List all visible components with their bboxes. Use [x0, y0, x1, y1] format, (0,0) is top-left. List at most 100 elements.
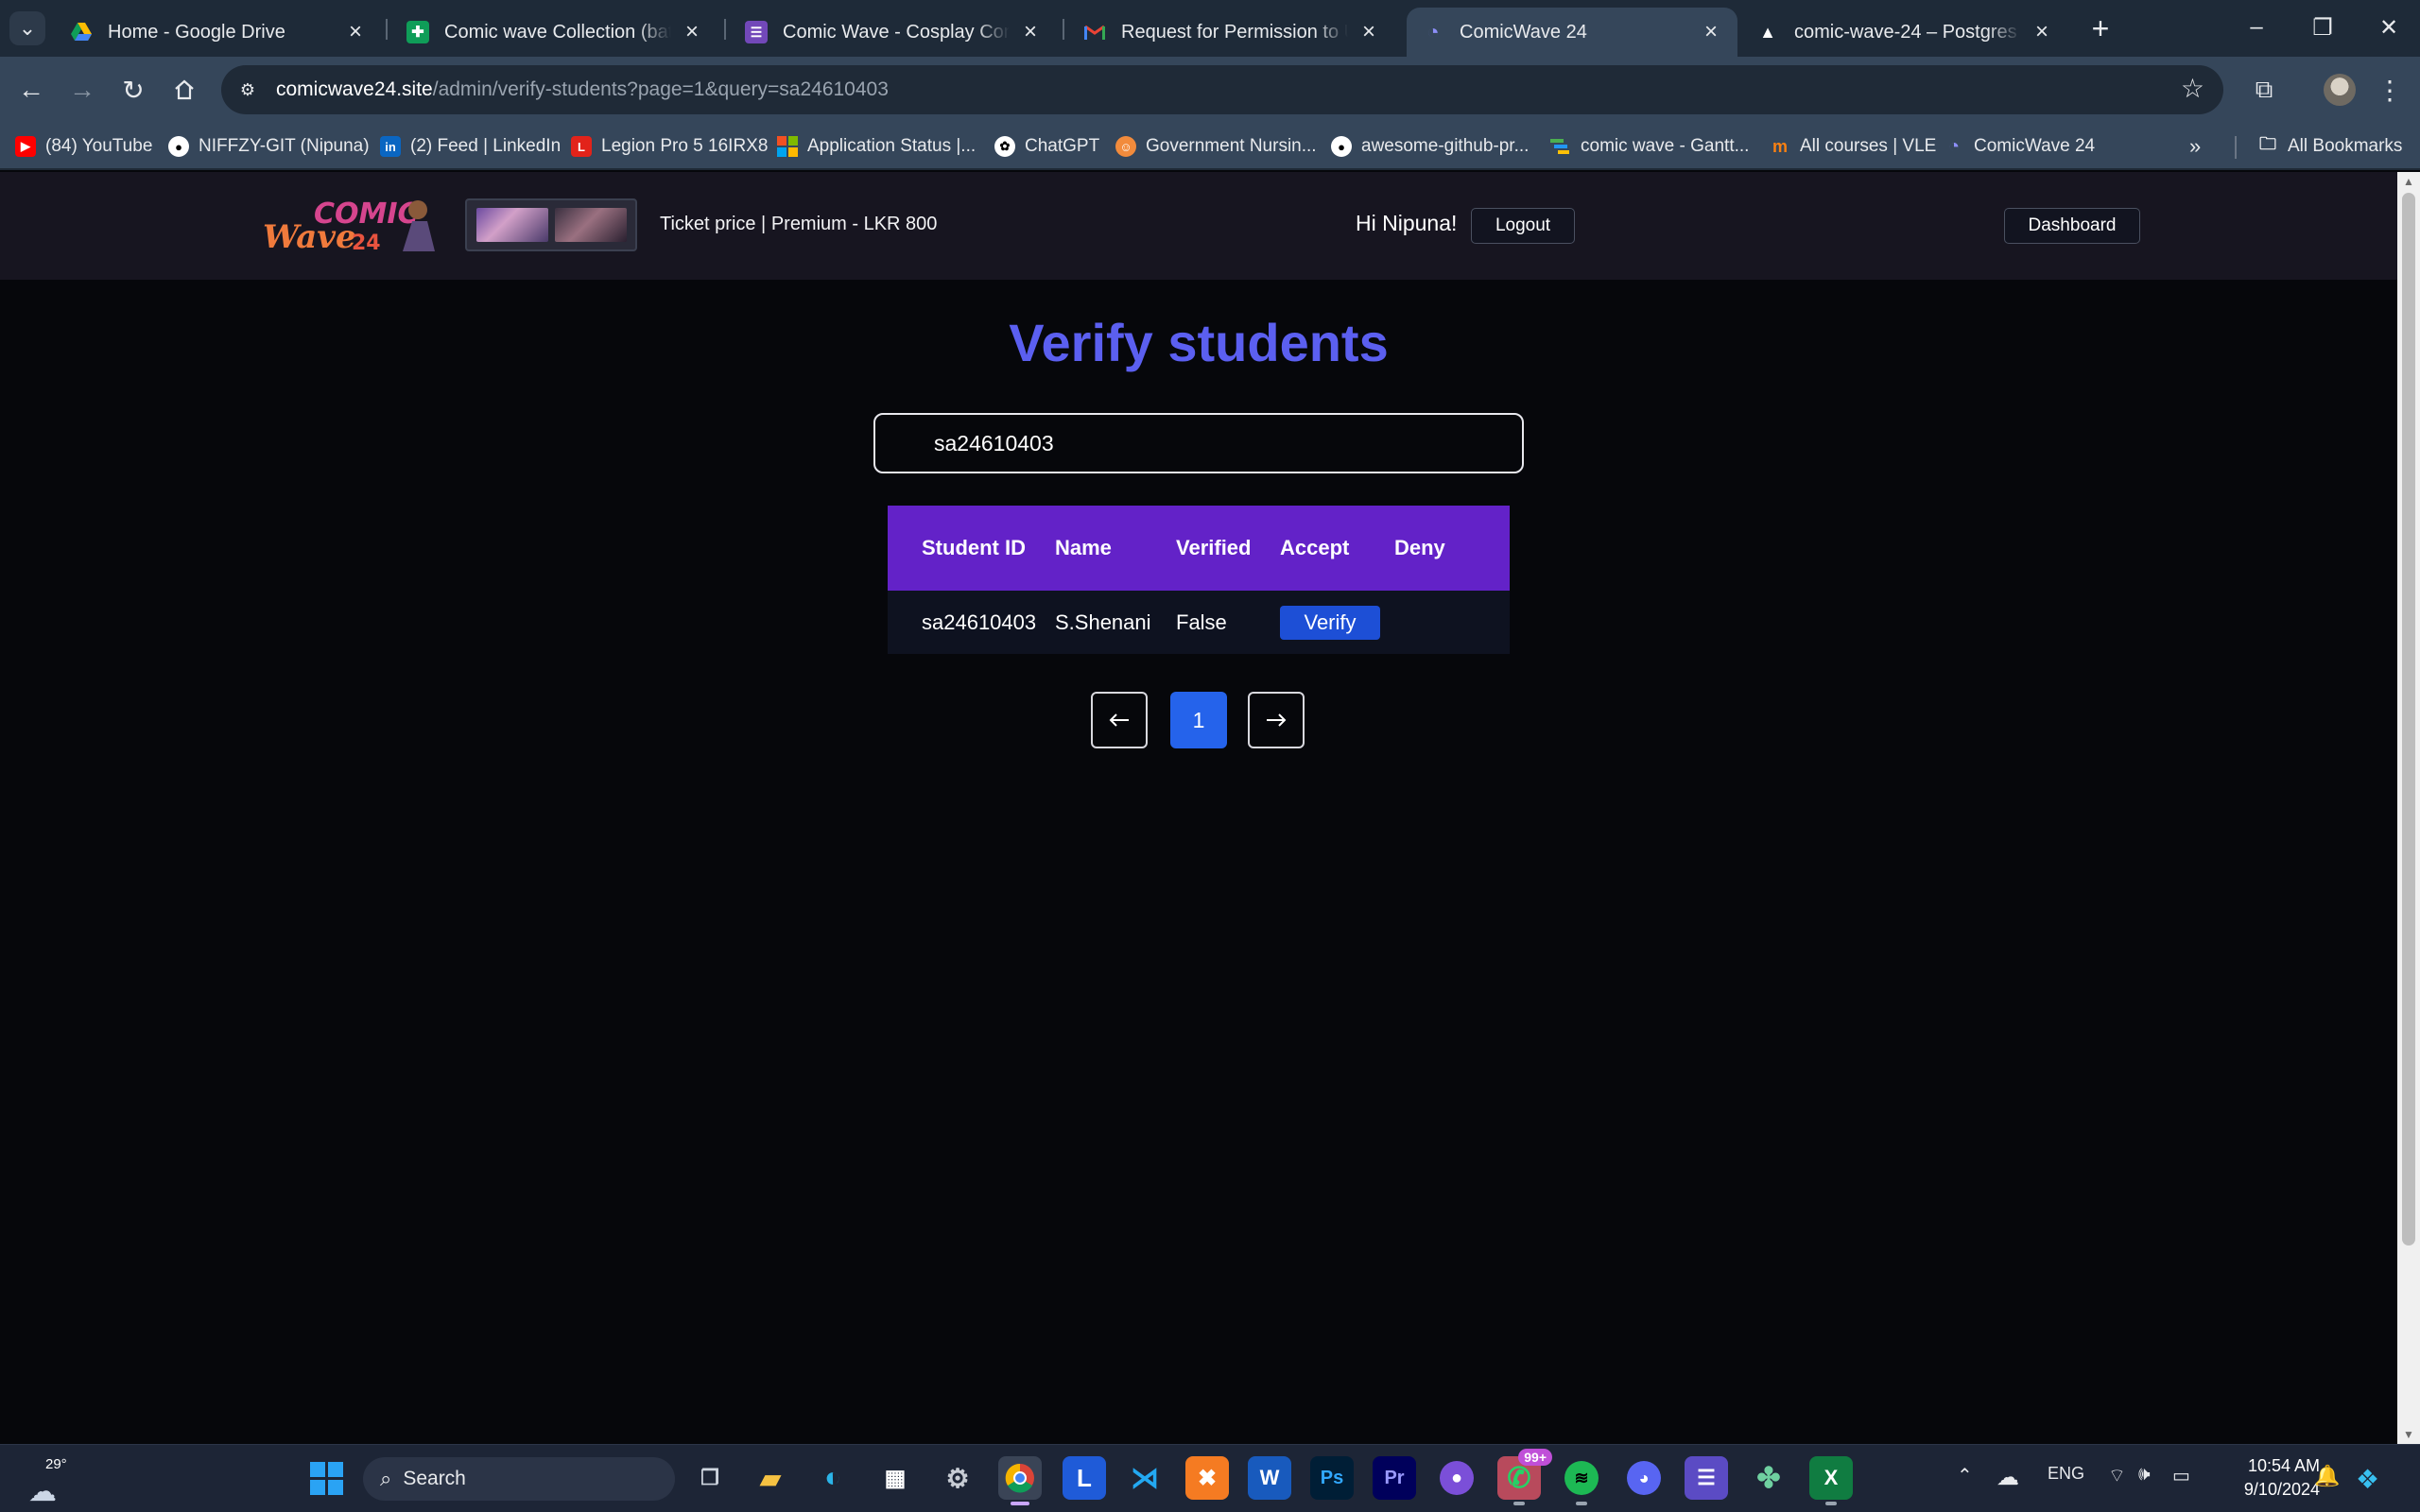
github-desktop-button[interactable]: ●: [1435, 1456, 1478, 1500]
taskbar-search-label: Search: [403, 1468, 466, 1489]
bookmark-application-status[interactable]: Application Status |...: [777, 130, 976, 163]
lenovo-app-button[interactable]: L: [1063, 1456, 1106, 1500]
cloud-icon: ☁: [28, 1476, 57, 1507]
vscode-button[interactable]: ⋊: [1123, 1456, 1167, 1500]
photoshop-button[interactable]: Ps: [1310, 1456, 1354, 1500]
bookmark-awesome-github[interactable]: ● awesome-github-pr...: [1331, 130, 1529, 163]
more-bookmarks-button[interactable]: »: [2189, 130, 2201, 163]
next-page-button[interactable]: [1248, 692, 1305, 748]
close-icon[interactable]: ×: [344, 19, 367, 45]
system-clock[interactable]: 10:54 AM 9/10/2024: [2216, 1454, 2320, 1502]
page-scrollbar[interactable]: ▲ ▼: [2397, 172, 2420, 1444]
svg-text:Wave: Wave: [263, 218, 356, 255]
new-tab-button[interactable]: +: [2083, 11, 2118, 45]
notifications-icon[interactable]: 🔔: [2314, 1464, 2340, 1488]
home-button[interactable]: [164, 70, 204, 110]
tab-comic-wave-collection[interactable]: ✚ Comic wave Collection (batchmates) ×: [391, 8, 718, 57]
site-info-button[interactable]: ⚙: [231, 73, 265, 107]
chrome-menu-button[interactable]: ⋮: [2373, 70, 2407, 110]
close-icon[interactable]: ×: [681, 19, 703, 45]
premiere-button[interactable]: Pr: [1373, 1456, 1416, 1500]
all-bookmarks-button[interactable]: 🗀 All Bookmarks: [2257, 130, 2402, 163]
bookmarks-bar: ▶ (84) YouTube ● NIFFZY-GIT (Nipuna) in (2)…: [0, 123, 2420, 170]
minimize-button[interactable]: –: [2223, 0, 2290, 55]
notes-app-button[interactable]: ☰: [1685, 1456, 1728, 1500]
tab-search-button[interactable]: ⌄: [9, 11, 45, 45]
close-icon[interactable]: ×: [1019, 19, 1042, 45]
language-indicator[interactable]: ENG: [2048, 1464, 2084, 1484]
folder-icon: ▰: [760, 1463, 781, 1493]
close-icon[interactable]: ×: [1700, 19, 1722, 45]
forward-button[interactable]: →: [62, 70, 102, 110]
site-header: COMIC Wave 24 Ticket price | Premium - L…: [0, 172, 2397, 280]
scroll-down-icon[interactable]: ▼: [2397, 1425, 2420, 1444]
start-button[interactable]: [304, 1456, 348, 1500]
wifi-icon[interactable]: ⌔: [2108, 1464, 2126, 1487]
comicwave-logo[interactable]: COMIC Wave 24: [261, 195, 437, 256]
comicwave-icon: ◔: [1947, 135, 1961, 157]
tab-title: ComicWave 24: [1460, 21, 1587, 43]
excel-button[interactable]: X: [1809, 1456, 1853, 1505]
bookmark-government-nursing[interactable]: ☺ Government Nursin...: [1115, 130, 1317, 163]
settings-button[interactable]: ⚙: [936, 1456, 979, 1500]
tab-comicwave-24[interactable]: ◔ ComicWave 24 ×: [1407, 8, 1737, 57]
tab-gmail-request[interactable]: Request for Permission to Use Facilities…: [1068, 8, 1395, 57]
word-button[interactable]: W: [1248, 1456, 1291, 1500]
weather-widget[interactable]: 29° ☁: [25, 1454, 70, 1507]
discord-button[interactable]: ◕: [1622, 1456, 1666, 1500]
bookmark-youtube[interactable]: ▶ (84) YouTube: [15, 130, 152, 163]
xampp-icon: ✖: [1197, 1465, 1218, 1491]
bookmark-comicwave[interactable]: ◔ ComicWave 24: [1944, 130, 2095, 163]
tab-google-drive[interactable]: Home - Google Drive ×: [55, 8, 382, 57]
url-text[interactable]: comicwave24.site/admin/verify-students?p…: [276, 78, 889, 101]
bookmark-comic-wave-gantt[interactable]: comic wave - Gantt...: [1550, 130, 1749, 163]
file-explorer-button[interactable]: ▰: [749, 1456, 792, 1500]
tab-vercel-postgres[interactable]: ▲ comic-wave-24 – Postgres – Vercel ×: [1741, 8, 2068, 57]
previous-page-button[interactable]: [1091, 692, 1148, 748]
tray-overflow-button[interactable]: ⌃: [1957, 1464, 1973, 1487]
battery-icon[interactable]: ▭: [2172, 1464, 2190, 1487]
linkedin-icon: in: [380, 136, 401, 157]
bookmark-vle[interactable]: m All courses | VLE: [1770, 130, 1936, 163]
browser-toolbar: ← → ↻ ⚙ comicwave24.site/admin/verify-st…: [0, 57, 2420, 123]
volume-icon[interactable]: 🕪: [2138, 1464, 2151, 1486]
task-view-button[interactable]: ❐: [688, 1456, 732, 1500]
arrow-right-icon: →: [69, 75, 95, 104]
back-button[interactable]: ←: [11, 70, 51, 110]
spotify-button[interactable]: ≋: [1560, 1456, 1603, 1505]
onedrive-button[interactable]: ☁: [1996, 1464, 2019, 1491]
scroll-thumb[interactable]: [2402, 193, 2415, 1246]
close-window-button[interactable]: ✕: [2356, 0, 2420, 55]
running-indicator: [1513, 1502, 1525, 1505]
restore-button[interactable]: ❐: [2290, 0, 2356, 55]
bookmark-lenovo[interactable]: L Legion Pro 5 16IRX8: [571, 130, 768, 163]
scroll-up-icon[interactable]: ▲: [2397, 172, 2420, 191]
bookmark-github-niffzy[interactable]: ● NIFFZY-GIT (Nipuna): [168, 130, 370, 163]
verified-cell: False: [1176, 610, 1227, 634]
chrome-button[interactable]: [998, 1456, 1042, 1505]
bookmark-star-icon[interactable]: ☆: [2181, 73, 2204, 104]
chevron-down-icon: ⌄: [18, 16, 37, 40]
store-button[interactable]: ▦: [873, 1456, 917, 1500]
dashboard-button[interactable]: Dashboard: [2004, 208, 2140, 244]
edge-button[interactable]: ◐: [811, 1456, 855, 1500]
copilot-icon[interactable]: ❖: [2356, 1464, 2379, 1495]
tab-cosplay-competition[interactable]: ☰ Comic Wave - Cosplay Competition ×: [730, 8, 1057, 57]
bookmark-chatgpt[interactable]: ✿ ChatGPT: [994, 130, 1099, 163]
address-bar[interactable]: ⚙ comicwave24.site/admin/verify-students…: [221, 65, 2223, 114]
close-icon[interactable]: ×: [2031, 19, 2053, 45]
moodle-icon: m: [1772, 136, 1788, 156]
close-icon[interactable]: ×: [1357, 19, 1380, 45]
taskbar-search[interactable]: ⌕ Search: [363, 1457, 675, 1501]
gallery-app-button[interactable]: ✤: [1747, 1456, 1790, 1500]
bookmark-linkedin[interactable]: in (2) Feed | LinkedIn: [380, 130, 561, 163]
logout-button[interactable]: Logout: [1471, 208, 1575, 244]
whatsapp-button[interactable]: ✆ 99+: [1497, 1449, 1552, 1505]
xampp-button[interactable]: ✖: [1185, 1456, 1229, 1500]
student-search-input[interactable]: [873, 413, 1524, 473]
verify-button[interactable]: Verify: [1280, 605, 1380, 640]
profile-avatar[interactable]: [2324, 74, 2356, 106]
current-page-button[interactable]: 1: [1170, 692, 1227, 748]
reload-button[interactable]: ↻: [113, 70, 153, 110]
extensions-button[interactable]: ⧉: [2244, 70, 2284, 110]
